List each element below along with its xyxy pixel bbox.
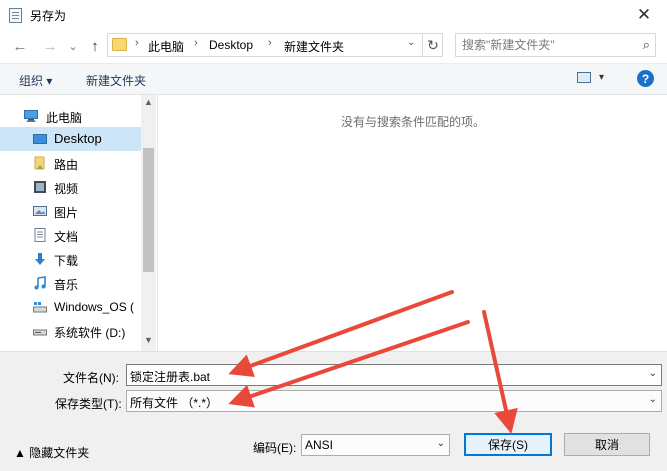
sidebar-item-documents[interactable]: 文档 [0,223,141,247]
breadcrumb-desktop[interactable]: Desktop [209,38,253,52]
scroll-up-icon[interactable]: ▲ [141,97,156,111]
sidebar-item-label: 下载 [54,254,79,268]
sidebar-item-label: 图片 [54,206,79,220]
filename-value[interactable]: 锁定注册表.bat [130,368,210,385]
view-icon[interactable] [577,72,591,83]
sidebar-item-music[interactable]: 音乐 [0,271,141,295]
breadcrumb-new-folder[interactable]: 新建文件夹 [284,38,344,55]
sidebar-item-windows-os[interactable]: Windows_OS ( [0,295,141,319]
documents-icon [34,228,46,242]
recent-locations-button[interactable]: ⌄ [66,36,80,56]
scrollbar-thumb[interactable] [143,148,154,272]
search-icon[interactable]: ⌕ [643,37,650,53]
navigation-pane: 此电脑 Desktop 路由 视频 图片 文档 下载 音乐 Windows_OS… [0,95,156,351]
title-bar: 另存为 ✕ [0,0,667,30]
filename-label: 文件名(N): [63,371,119,385]
forward-button[interactable]: → [40,36,60,56]
window-title: 另存为 [30,9,67,23]
breadcrumb-this-pc[interactable]: 此电脑 [148,38,184,55]
search-box[interactable]: ⌕ [455,33,656,57]
sidebar-item-label: 此电脑 [46,111,83,125]
chevron-down-icon[interactable]: ⌄ [649,394,657,405]
folder-icon [34,156,45,170]
breadcrumb-separator[interactable]: › [135,37,139,49]
notepad-icon [9,8,22,23]
navigation-scrollbar[interactable]: ▲ ▼ [141,95,156,351]
sidebar-item-label: 音乐 [54,278,79,292]
address-dropdown-icon[interactable]: ⌄ [407,37,415,48]
sidebar-item-label: Windows_OS ( [54,300,135,314]
save-form: 文件名(N): 锁定注册表.bat ⌄ 保存类型(T): 所有文件 （*.*） … [0,351,667,471]
sidebar-item-router[interactable]: 路由 [0,151,141,175]
up-button[interactable]: ↑ [85,36,105,56]
sidebar-item-label: 文档 [54,230,79,244]
pictures-icon [33,206,47,216]
back-button[interactable]: ← [10,36,30,56]
scroll-down-icon[interactable]: ▼ [141,335,156,349]
computer-icon [24,110,38,122]
desktop-icon [33,134,47,144]
chevron-down-icon[interactable]: ⌄ [437,438,445,449]
refresh-button[interactable]: ↻ [422,33,443,57]
sidebar-item-system-software[interactable]: 系统软件 (D:) [0,319,141,343]
download-icon [35,253,45,265]
sidebar-item-pictures[interactable]: 图片 [0,199,141,223]
filetype-value[interactable]: 所有文件 （*.*） [130,394,218,411]
view-dropdown-icon[interactable]: ▾ [599,72,604,83]
drive-icon [33,302,47,313]
cancel-button[interactable]: 取消 [564,433,650,456]
chevron-down-icon[interactable]: ⌄ [649,368,657,379]
close-button[interactable]: ✕ [621,0,667,30]
search-input[interactable] [462,37,632,53]
organize-button[interactable]: 组织 ▾ [19,72,52,89]
music-icon [34,276,46,290]
sidebar-item-downloads[interactable]: 下载 [0,247,141,271]
encoding-value[interactable]: ANSI [305,438,333,452]
help-button[interactable]: ? [637,70,654,87]
filetype-label: 保存类型(T): [55,397,122,411]
sidebar-item-videos[interactable]: 视频 [0,175,141,199]
folder-icon [112,38,127,51]
breadcrumb-separator[interactable]: › [268,37,272,49]
drive-icon [33,329,47,336]
empty-message: 没有与搜索条件匹配的项。 [340,115,485,129]
encoding-select[interactable]: ANSI ⌄ [301,434,450,456]
hide-folders-button[interactable]: ▲ 隐藏文件夹 [14,444,89,461]
breadcrumb-separator[interactable]: › [194,37,198,49]
sidebar-item-this-pc[interactable]: 此电脑 [0,104,141,128]
sidebar-item-label: 视频 [54,182,79,196]
sidebar-item-label: 系统软件 (D:) [54,326,126,340]
filetype-select[interactable]: 所有文件 （*.*） ⌄ [126,390,662,412]
sidebar-item-label: Desktop [54,131,102,146]
sidebar-item-label: 路由 [54,158,79,172]
command-bar: 组织 ▾ 新建文件夹 ▾ ? [0,63,667,95]
save-button[interactable]: 保存(S) [464,433,552,456]
video-icon [34,181,46,193]
sidebar-item-desktop[interactable]: Desktop [0,127,141,151]
address-bar[interactable]: › 此电脑 › Desktop › 新建文件夹 ⌄ ↻ [107,33,443,57]
file-list[interactable]: 没有与搜索条件匹配的项。 [157,95,667,351]
encoding-label: 编码(E): [253,441,297,455]
new-folder-button[interactable]: 新建文件夹 [86,72,146,89]
filename-field[interactable]: 锁定注册表.bat ⌄ [126,364,662,386]
